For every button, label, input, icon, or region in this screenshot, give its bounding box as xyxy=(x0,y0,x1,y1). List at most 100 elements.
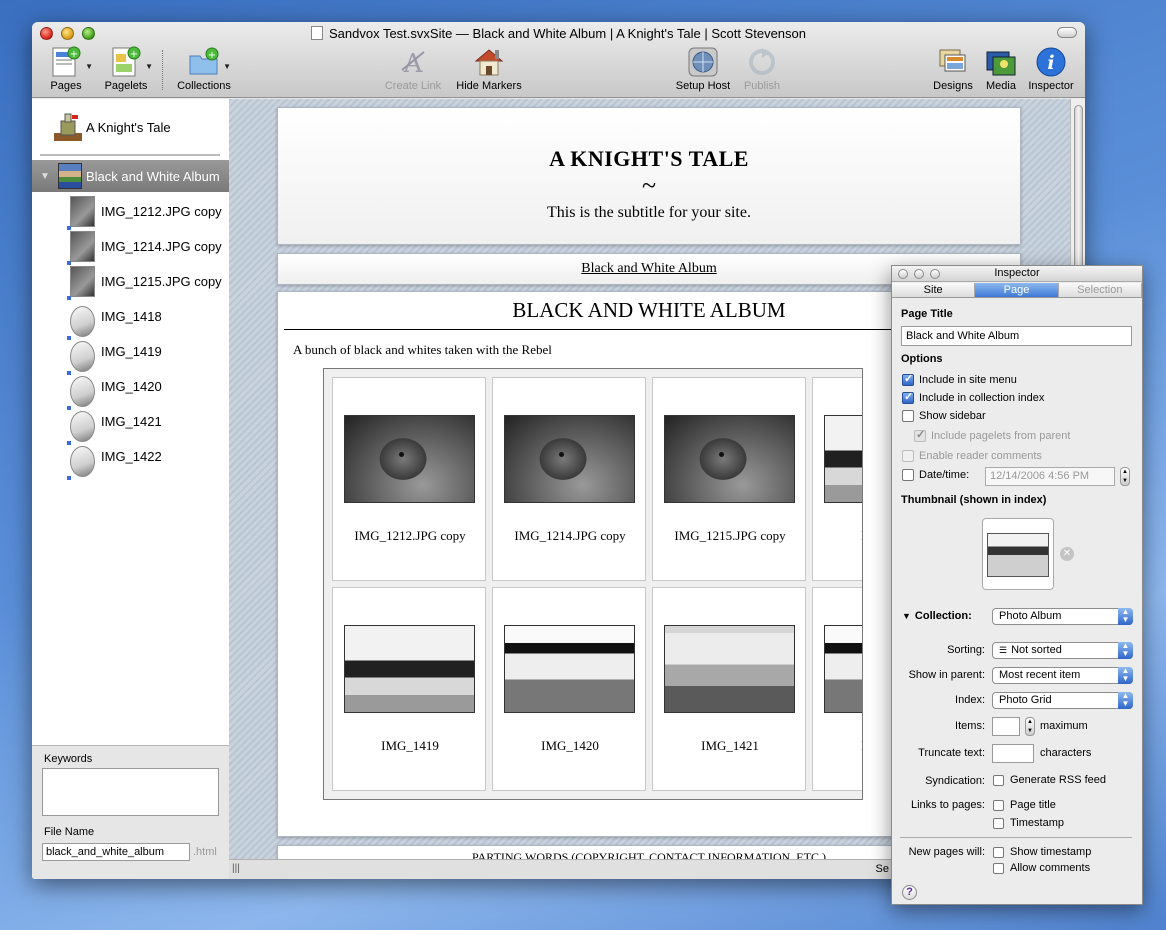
date-time-field[interactable]: 12/14/2006 4:56 PM xyxy=(985,467,1115,486)
site-header: A KNIGHT'S TALE ~ This is the subtitle f… xyxy=(277,107,1021,245)
inspector-button[interactable]: i Inspector xyxy=(1024,46,1078,92)
photo-thumbnail xyxy=(824,415,862,503)
checkbox-disabled-checked[interactable] xyxy=(914,428,926,442)
tab-page[interactable]: Page xyxy=(975,283,1059,297)
setup-host-button[interactable]: Setup Host xyxy=(673,46,733,92)
inspector-titlebar[interactable]: Inspector xyxy=(892,266,1142,282)
items-label: Items: xyxy=(955,720,985,732)
pages-dropdown-arrow[interactable]: ▼ xyxy=(85,62,93,71)
inspector-icon: i xyxy=(1034,46,1068,78)
grid-cell[interactable]: IMG_1215.JPG copy xyxy=(652,377,806,581)
checkbox-label: Include in collection index xyxy=(919,392,1045,404)
rss-checkbox[interactable]: Generate RSS feed xyxy=(993,774,1106,786)
toolbar-toggle-button[interactable] xyxy=(1057,27,1077,38)
page-intro-text[interactable]: A bunch of black and whites taken with t… xyxy=(293,342,552,358)
truncate-field[interactable] xyxy=(992,744,1034,763)
filename-label: File Name xyxy=(44,826,95,838)
photo-page-icon xyxy=(67,196,95,230)
help-button[interactable]: ? xyxy=(902,885,917,900)
date-time-checkbox[interactable]: Date/time: xyxy=(902,469,969,481)
sidebar-page-item[interactable]: IMG_1215.JPG copy xyxy=(67,264,222,300)
index-popup[interactable]: Photo Grid ▲ ▼ xyxy=(992,692,1133,709)
photo-page-icon xyxy=(67,376,95,410)
svg-text:A: A xyxy=(403,49,424,78)
grid-cell[interactable]: IMG_1422 xyxy=(812,587,862,791)
photo-caption: IMG_1421 xyxy=(701,738,759,753)
checkbox-unchecked[interactable] xyxy=(993,817,1004,829)
reader-comments-checkbox[interactable]: Enable reader comments xyxy=(902,450,1042,462)
sidebar-page-item[interactable]: IMG_1419 xyxy=(67,334,162,375)
grid-cell[interactable]: IMG_1420 xyxy=(492,587,646,791)
grid-cell[interactable]: IMG_1214.JPG copy xyxy=(492,377,646,581)
pages-icon: + ▼ xyxy=(49,46,93,78)
show-timestamp-checkbox[interactable]: Show timestamp xyxy=(993,846,1091,858)
media-button[interactable]: Media xyxy=(982,46,1020,92)
clear-thumbnail-icon[interactable]: ✕ xyxy=(1060,547,1074,561)
thumbnail-well[interactable] xyxy=(982,518,1054,590)
include-collection-index-checkbox[interactable]: Include in collection index xyxy=(902,390,1045,404)
tab-selection[interactable]: Selection xyxy=(1058,283,1142,297)
sidebar-page-item[interactable]: IMG_1212.JPG copy xyxy=(67,194,222,230)
checkbox-checked[interactable] xyxy=(902,372,914,386)
popup-value: Photo Grid xyxy=(999,694,1052,706)
designs-icon xyxy=(936,46,970,78)
create-link-button[interactable]: A Create Link xyxy=(381,46,445,92)
filename-field[interactable]: black_and_white_album xyxy=(42,843,190,861)
sidebar-page-item[interactable]: IMG_1418 xyxy=(67,299,162,340)
site-subtitle[interactable]: This is the subtitle for your site. xyxy=(278,204,1020,222)
tab-site[interactable]: Site xyxy=(892,283,976,297)
include-pagelets-checkbox[interactable]: Include pagelets from parent xyxy=(914,428,1070,442)
date-stepper[interactable]: ▲ ▼ xyxy=(1120,467,1130,486)
checkbox-unchecked[interactable] xyxy=(993,862,1004,874)
sidebar-page-item[interactable]: IMG_1422 xyxy=(67,439,162,480)
show-in-parent-popup[interactable]: Most recent item ▲ ▼ xyxy=(992,667,1133,684)
checkbox-unchecked[interactable] xyxy=(993,846,1004,858)
site-title[interactable]: A KNIGHT'S TALE xyxy=(278,146,1020,172)
new-pages-label: New pages will: xyxy=(908,846,985,858)
sidebar-page-item[interactable]: IMG_1420 xyxy=(67,369,162,410)
grid-cell[interactable]: IMG_1418 xyxy=(812,377,862,581)
collection-disclosure-icon[interactable]: ▼ xyxy=(902,611,911,621)
sidebar-divider xyxy=(40,154,220,156)
hide-markers-button[interactable]: Hide Markers xyxy=(452,46,526,92)
collections-button[interactable]: + ▼ Collections xyxy=(174,46,234,92)
page-title-field[interactable]: Black and White Album xyxy=(901,326,1132,346)
publish-button[interactable]: Publish xyxy=(738,46,786,92)
pagelets-dropdown-arrow[interactable]: ▼ xyxy=(145,62,153,71)
keywords-field[interactable] xyxy=(42,768,219,816)
collections-dropdown-arrow[interactable]: ▼ xyxy=(223,62,231,71)
show-sidebar-checkbox[interactable]: Show sidebar xyxy=(902,410,986,422)
checkbox-unchecked[interactable] xyxy=(993,799,1004,811)
popup-arrows-icon: ▲ ▼ xyxy=(1118,667,1133,684)
create-link-label: Create Link xyxy=(384,80,442,92)
allow-comments-checkbox[interactable]: Allow comments xyxy=(993,862,1090,874)
sidebar-page-item[interactable]: IMG_1214.JPG copy xyxy=(67,229,222,265)
designs-button[interactable]: Designs xyxy=(930,46,976,92)
include-site-menu-checkbox[interactable]: Include in site menu xyxy=(902,372,1017,386)
link-timestamp-checkbox[interactable]: Timestamp xyxy=(993,817,1064,829)
checkbox-unchecked[interactable] xyxy=(902,410,914,422)
checkbox-unchecked[interactable] xyxy=(902,469,914,481)
pages-button[interactable]: + ▼ Pages xyxy=(48,46,93,92)
sorting-popup[interactable]: ☰ Not sorted ▲ ▼ xyxy=(992,642,1133,659)
sidebar-item-collection[interactable]: ▼ Black and White Album xyxy=(32,160,229,192)
filename-extension: .html xyxy=(193,846,217,858)
grid-cell[interactable]: IMG_1421 xyxy=(652,587,806,791)
checkbox-disabled[interactable] xyxy=(902,450,914,462)
popup-value: Most recent item xyxy=(999,669,1081,681)
checkbox-unchecked[interactable] xyxy=(993,774,1004,786)
collection-popup[interactable]: Photo Album ▲ ▼ xyxy=(992,608,1133,625)
grid-cell[interactable]: IMG_1419 xyxy=(332,587,486,791)
sidebar-page-item[interactable]: IMG_1421 xyxy=(67,404,162,445)
disclosure-triangle-icon[interactable]: ▼ xyxy=(40,171,52,182)
link-page-title-checkbox[interactable]: Page title xyxy=(993,799,1056,811)
page-details-pane: Keywords File Name black_and_white_album… xyxy=(32,745,229,879)
pagelets-button[interactable]: + ▼ Pagelets xyxy=(104,46,153,92)
items-field[interactable] xyxy=(992,717,1020,736)
split-view-grip-icon[interactable]: ||| xyxy=(232,863,240,874)
checkbox-checked[interactable] xyxy=(902,390,914,404)
sidebar-item-site-root[interactable]: A Knight's Tale xyxy=(52,111,171,143)
items-stepper[interactable]: ▲ ▼ xyxy=(1025,717,1035,736)
popup-arrows-icon: ▲ ▼ xyxy=(1118,608,1133,625)
grid-cell[interactable]: IMG_1212.JPG copy xyxy=(332,377,486,581)
